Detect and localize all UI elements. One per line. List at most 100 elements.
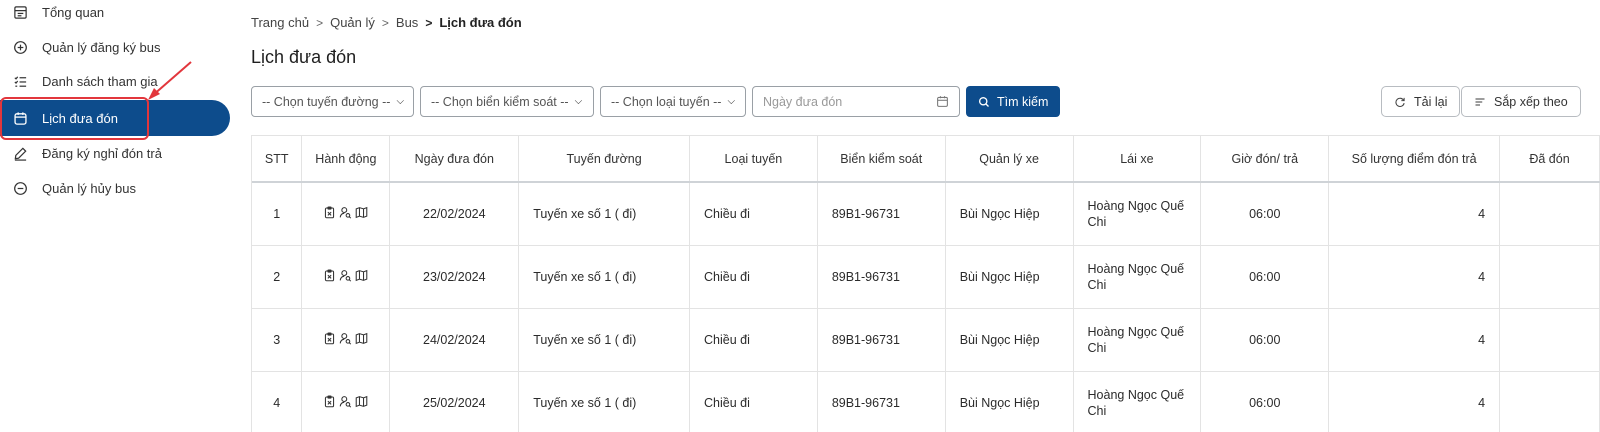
route-select[interactable]: -- Chọn tuyến đường -- ⌵	[251, 86, 414, 117]
driver-name-line-2: Chi	[1087, 277, 1107, 292]
cell-driver: Hoàng Ngọc Quế Chi	[1073, 245, 1202, 309]
header-route-type: Loại tuyến	[689, 136, 818, 183]
cell-manager: Bùi Ngọc Hiệp	[945, 245, 1074, 309]
user-search-icon[interactable]	[339, 332, 352, 345]
sort-icon	[1475, 97, 1485, 106]
cell-route-type: Chiều đi	[689, 308, 818, 372]
breadcrumb-home[interactable]: Trang chủ	[251, 15, 309, 30]
cell-manager: Bùi Ngọc Hiệp	[945, 308, 1074, 372]
plate-select-value: -- Chọn biển kiểm soát --	[431, 94, 569, 109]
table-row: 2 23/02/2024 Tuyến xe số 1 ( đi) Chiều đ…	[252, 245, 1600, 309]
clipboard-cancel-icon[interactable]	[323, 268, 336, 282]
cell-plate: 89B1-96731	[817, 182, 946, 246]
schedule-table-grid: STT Hành động Ngày đưa đón Tuyến đường L…	[252, 136, 1600, 432]
sidebar-item-cancel-bus[interactable]: Quản lý hủy bus	[0, 171, 230, 205]
cell-route: Tuyến xe số 1 ( đi)	[518, 245, 690, 309]
chevron-right-icon: >	[381, 15, 389, 30]
driver-name-line-1: Hoàng Ngọc Quế	[1087, 387, 1185, 402]
cell-date: 22/02/2024	[389, 182, 520, 246]
cell-picked	[1499, 308, 1600, 372]
map-icon[interactable]	[355, 332, 368, 345]
cell-date: 23/02/2024	[389, 245, 520, 309]
cell-points: 4	[1328, 371, 1501, 432]
table-header-row: STT Hành động Ngày đưa đón Tuyến đường L…	[252, 136, 1600, 183]
breadcrumb-bus[interactable]: Bus	[396, 15, 418, 30]
sidebar: Tổng quan Quản lý đăng ký bus Danh sách …	[0, 0, 232, 432]
cell-route-type: Chiều đi	[689, 371, 818, 432]
filter-bar: -- Chọn tuyến đường -- ⌵ -- Chọn biển ki…	[251, 86, 1061, 117]
page-title: Lịch đưa đón	[251, 47, 357, 67]
cell-stt: 1	[252, 182, 303, 246]
checklist-icon	[12, 73, 28, 89]
sidebar-item-label: Lịch đưa đón	[42, 110, 118, 126]
plate-select[interactable]: -- Chọn biển kiểm soát -- ⌵	[420, 86, 594, 117]
user-search-icon[interactable]	[339, 206, 352, 219]
cell-stt: 2	[252, 245, 303, 309]
dashboard-icon	[12, 4, 28, 20]
minus-circle-icon	[12, 180, 28, 196]
driver-name-line-2: Chi	[1087, 403, 1107, 418]
cell-points: 4	[1328, 245, 1501, 309]
cell-points: 4	[1328, 308, 1501, 372]
user-search-icon[interactable]	[339, 269, 352, 282]
user-search-icon[interactable]	[339, 395, 352, 408]
header-plate: Biển kiểm soát	[817, 136, 946, 183]
reload-button[interactable]: Tải lại	[1381, 86, 1461, 117]
table-row: 3 24/02/2024 Tuyến xe số 1 ( đi) Chiều đ…	[252, 308, 1600, 372]
driver-name-line-1: Hoàng Ngọc Quế	[1087, 324, 1185, 339]
cell-time: 06:00	[1200, 245, 1330, 309]
header-actions: Hành động	[301, 136, 391, 183]
calendar-icon	[12, 110, 28, 126]
sidebar-item-schedule[interactable]: Lịch đưa đón	[0, 100, 230, 136]
route-select-value: -- Chọn tuyến đường --	[262, 94, 391, 109]
calendar-icon	[937, 96, 948, 107]
sidebar-item-bus-registration[interactable]: Quản lý đăng ký bus	[0, 30, 230, 64]
cell-time: 06:00	[1200, 371, 1330, 432]
header-route: Tuyến đường	[518, 136, 690, 183]
cell-route: Tuyến xe số 1 ( đi)	[518, 308, 690, 372]
cell-actions	[301, 371, 391, 432]
map-icon[interactable]	[355, 206, 368, 219]
breadcrumb-current: Lịch đưa đón	[439, 15, 522, 30]
sidebar-item-participants[interactable]: Danh sách tham gia	[0, 64, 230, 98]
driver-name-line-1: Hoàng Ngọc Quế	[1087, 198, 1185, 213]
cell-driver: Hoàng Ngọc Quế Chi	[1073, 308, 1202, 372]
sort-button[interactable]: Sắp xếp theo	[1461, 86, 1581, 117]
clipboard-cancel-icon[interactable]	[323, 206, 336, 219]
cell-picked	[1499, 371, 1600, 432]
driver-name-line-2: Chi	[1087, 340, 1107, 355]
sidebar-item-label: Tổng quan	[42, 4, 105, 20]
date-input[interactable]: Ngày đưa đón	[752, 86, 960, 117]
cell-manager: Bùi Ngọc Hiệp	[945, 182, 1074, 246]
chevron-down-icon: ⌵	[396, 96, 405, 107]
reload-button-label: Tải lại	[1414, 94, 1448, 109]
clipboard-cancel-icon[interactable]	[323, 394, 336, 408]
cell-driver: Hoàng Ngọc Quế Chi	[1073, 371, 1202, 432]
sidebar-item-label: Quản lý hủy bus	[42, 180, 136, 196]
sidebar-item-absence[interactable]: Đăng ký nghỉ đón trả	[0, 136, 230, 170]
clipboard-cancel-icon[interactable]	[323, 331, 336, 345]
chevron-down-icon: ⌵	[727, 96, 736, 107]
map-icon[interactable]	[355, 269, 368, 282]
breadcrumb-management[interactable]: Quản lý	[330, 15, 375, 30]
schedule-table: STT Hành động Ngày đưa đón Tuyến đường L…	[251, 135, 1600, 432]
route-type-select[interactable]: -- Chọn loại tuyến -- ⌵	[600, 86, 746, 117]
cell-route: Tuyến xe số 1 ( đi)	[518, 371, 690, 432]
cell-route-type: Chiều đi	[689, 245, 818, 309]
cell-actions	[301, 182, 391, 246]
date-input-placeholder: Ngày đưa đón	[763, 94, 843, 109]
search-button[interactable]: Tìm kiếm	[966, 86, 1061, 117]
cell-picked	[1499, 245, 1600, 309]
header-picked: Đã đón	[1499, 136, 1600, 183]
map-icon[interactable]	[355, 395, 368, 408]
header-time: Giờ đón/ trả	[1200, 136, 1330, 183]
cell-stt: 4	[252, 371, 303, 432]
cell-stt: 3	[252, 308, 303, 372]
cell-plate: 89B1-96731	[817, 371, 946, 432]
cell-date: 24/02/2024	[389, 308, 520, 372]
cell-plate: 89B1-96731	[817, 245, 946, 309]
driver-name-line-1: Hoàng Ngọc Quế	[1087, 261, 1185, 276]
cell-route: Tuyến xe số 1 ( đi)	[518, 182, 690, 246]
pencil-icon	[12, 145, 28, 161]
sidebar-item-overview[interactable]: Tổng quan	[0, 0, 230, 29]
